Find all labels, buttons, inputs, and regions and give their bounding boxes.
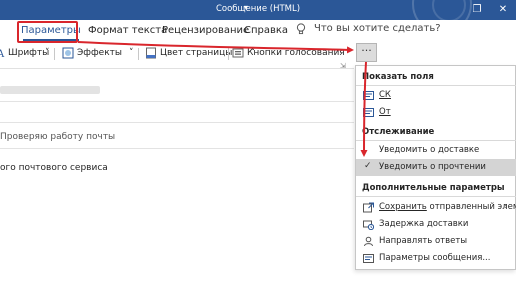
annotation-highlight-box [17,21,78,43]
save-sent-icon [363,202,374,213]
window-title: Сообщение (HTML) [215,4,301,14]
more-commands-button[interactable]: ··· [356,43,377,62]
menu-item-text-prefix: Сохранить [379,202,427,212]
tab-review[interactable]: Рецензирование [162,23,249,43]
menu-item-message-options[interactable]: Параметры сообщения... [356,250,516,267]
menu-item-text: От [379,107,391,117]
menu-item-from[interactable]: От [356,104,516,121]
effects-label: Эффекты [77,48,122,58]
search-placeholder: Что вы хотите сделать? [314,23,441,34]
page-color-label: Цвет страницы [160,48,233,58]
voting-buttons-label: Кнопки голосования [247,48,345,58]
menu-item-label: Параметры сообщения... [379,253,491,263]
menu-item-label: Задержка доставки [379,219,469,229]
menu-item-cc[interactable]: СК [356,87,516,104]
menu-item-label: Сохранить отправленный элемент [379,202,516,212]
menu-section-tracking: Отслеживание [362,127,435,137]
divider [0,148,354,149]
restore-button[interactable]: ❐ [466,0,488,20]
voting-buttons-icon [232,48,244,58]
from-icon [363,108,374,117]
menu-item-label: СК [379,90,391,100]
tab-text-format[interactable]: Формат текста [88,23,167,43]
close-button[interactable]: ✕ [492,0,514,20]
page-color-icon [146,47,156,59]
menu-divider [356,140,516,141]
message-body-text[interactable]: ого почтового сервиса [0,163,108,173]
group-launcher-icon[interactable]: ⇲ [340,62,346,70]
menu-item-read-receipt[interactable]: ✓ Уведомить о прочтении [356,159,516,176]
message-options-icon [363,254,374,263]
fonts-label: Шрифты [8,48,50,58]
menu-item-direct-replies[interactable]: Направлять ответы [356,233,516,250]
menu-item-delay-delivery[interactable]: Задержка доставки [356,216,516,233]
ribbon-command-row: Шрифты ˅ A Эффекты ˅ Цвет страницы ˅ Кно… [0,43,516,63]
divider [0,122,354,123]
menu-item-text: СК [379,90,391,100]
separator [228,48,229,60]
recipient-field-blurred [0,86,100,94]
menu-section-more-options: Дополнительные параметры [362,183,505,193]
svg-text:A: A [0,49,5,59]
menu-divider [356,85,516,86]
separator [54,48,55,60]
lightbulb-icon [296,23,306,35]
menu-item-label: Уведомить о прочтении [379,162,486,172]
ribbon-group-bar [0,63,354,69]
fonts-icon: A [0,49,5,59]
options-dropdown-menu: Показать поля СК От Отслеживание Уведоми… [355,65,516,270]
message-subject[interactable]: Проверяю работу почты [0,132,115,142]
menu-item-delivery-receipt[interactable]: Уведомить о доставке [356,142,516,159]
cc-icon [363,91,374,100]
chevron-right-icon: › [504,202,508,212]
menu-item-label: Направлять ответы [379,236,468,246]
menu-item-label: От [379,107,391,117]
menu-divider [356,196,516,197]
effects-icon [62,47,74,59]
divider [0,101,354,102]
separator [138,48,139,60]
menu-section-show-fields: Показать поля [362,72,434,82]
chevron-down-icon: ˅ [45,48,50,58]
tab-help[interactable]: Справка [244,23,288,43]
checkmark-icon: ✓ [364,161,372,171]
menu-item-save-sent[interactable]: Сохранить отправленный элемент › [356,199,516,216]
title-bar: ▾ Сообщение (HTML) ❐ ✕ [0,0,516,20]
direct-replies-icon [364,236,373,247]
menu-item-label: Уведомить о доставке [379,145,480,155]
menu-item-text-rest: отправленный элемент [429,202,516,212]
chevron-down-icon: ˅ [129,48,134,58]
delay-delivery-icon [363,220,374,230]
